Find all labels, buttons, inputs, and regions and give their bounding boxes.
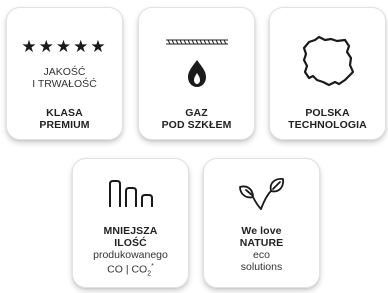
feature-card-polish-technology: POLSKA TECHNOLOGIA xyxy=(269,7,386,140)
emission-chimneys-icon xyxy=(73,179,188,209)
quality-line-1: JAKOŚĆ xyxy=(43,66,86,78)
quality-line-2: I TRWAŁOŚĆ xyxy=(32,78,97,90)
nature-line-4: solutions xyxy=(240,261,283,273)
nature-line-2: NATURE xyxy=(239,237,284,249)
premium-line-2: PREMIUM xyxy=(39,119,90,131)
gas-line-2: POD SZKŁEM xyxy=(161,119,232,131)
technology-text: POLSKA TECHNOLOGIA xyxy=(270,107,385,131)
flame-under-glass-icon xyxy=(139,38,254,88)
five-stars-icon: ★★★★★ xyxy=(21,37,108,56)
gas-text: GAZ POD SZKŁEM xyxy=(139,107,254,131)
feature-card-nature: We love NATURE eco solutions xyxy=(203,158,320,288)
leaves-icon xyxy=(204,177,319,213)
premium-line-1: KLASA xyxy=(46,107,83,119)
feature-card-quality: ★★★★★ JAKOŚĆ I TRWAŁOŚĆ KLASA PREMIUM xyxy=(6,7,123,140)
nature-line-3: eco xyxy=(253,249,270,261)
emission-line-1: MNIEJSZA xyxy=(103,225,158,237)
nature-line-1: We love xyxy=(241,225,282,237)
emission-line-2: ILOŚĆ xyxy=(114,237,147,249)
feature-card-less-emission: MNIEJSZA ILOŚĆ produkowanego CO | CO2* xyxy=(72,158,189,288)
poland-map-icon xyxy=(270,32,385,92)
technology-line-2: TECHNOLOGIA xyxy=(288,119,367,131)
quality-text: JAKOŚĆ I TRWAŁOŚĆ xyxy=(7,66,122,90)
gas-line-1: GAZ xyxy=(185,107,208,119)
emission-text: MNIEJSZA ILOŚĆ produkowanego CO | CO2* xyxy=(73,225,188,281)
emission-formula: CO | CO2* xyxy=(107,263,154,278)
feature-card-gas-glass: GAZ POD SZKŁEM xyxy=(138,7,255,140)
nature-text: We love NATURE eco solutions xyxy=(204,225,319,273)
emission-line-3: produkowanego xyxy=(93,249,168,261)
technology-line-1: POLSKA xyxy=(305,107,350,119)
premium-text: KLASA PREMIUM xyxy=(7,107,122,131)
